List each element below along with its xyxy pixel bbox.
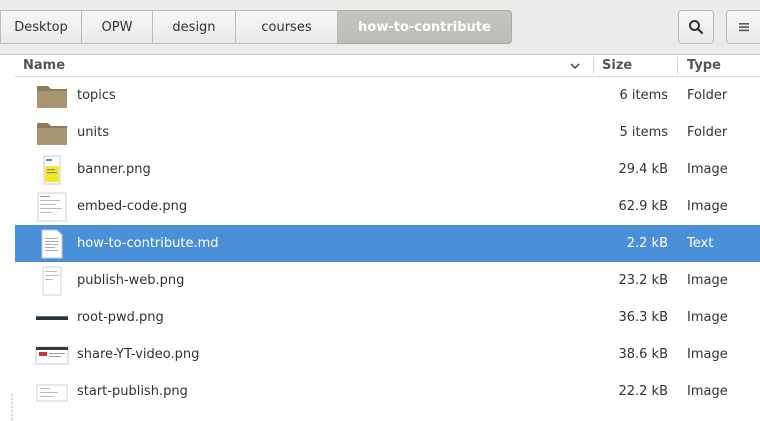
file-row[interactable]: root-pwd.png 36.3 kB Image bbox=[15, 299, 760, 336]
folder-icon bbox=[37, 86, 67, 108]
column-name-header[interactable]: Name bbox=[23, 58, 65, 73]
file-type: Image bbox=[687, 199, 728, 214]
file-name: topics bbox=[77, 88, 116, 103]
breadcrumb-desktop[interactable]: Desktop bbox=[0, 10, 82, 44]
file-size: 38.6 kB bbox=[618, 347, 668, 362]
file-name: banner.png bbox=[77, 162, 151, 177]
file-size: 29.4 kB bbox=[618, 162, 668, 177]
file-name: publish-web.png bbox=[77, 273, 185, 288]
file-name: start-publish.png bbox=[77, 384, 188, 399]
breadcrumb-opw[interactable]: OPW bbox=[82, 10, 153, 44]
file-name: embed-code.png bbox=[77, 199, 188, 214]
file-row[interactable]: share-YT-video.png 38.6 kB Image bbox=[15, 336, 760, 373]
image-thumbnail-icon bbox=[35, 346, 69, 365]
file-name: units bbox=[77, 125, 109, 140]
file-name: root-pwd.png bbox=[77, 310, 164, 325]
file-size: 23.2 kB bbox=[618, 273, 668, 288]
image-thumbnail-icon bbox=[42, 266, 62, 296]
menu-icon bbox=[738, 23, 749, 32]
image-thumbnail-icon bbox=[43, 155, 61, 185]
file-type: Text bbox=[687, 236, 714, 251]
file-size: 62.9 kB bbox=[618, 199, 668, 214]
file-type: Image bbox=[687, 162, 728, 177]
image-thumbnail-icon bbox=[36, 384, 68, 402]
pane-resize-handle[interactable] bbox=[11, 393, 13, 421]
file-row[interactable]: topics 6 items Folder bbox=[15, 77, 760, 114]
file-name: share-YT-video.png bbox=[77, 347, 200, 362]
file-list: topics 6 items Folder units 5 items Fold… bbox=[15, 77, 760, 410]
image-thumbnail-icon bbox=[36, 316, 68, 320]
file-type: Image bbox=[687, 310, 728, 325]
file-row-selected[interactable]: how-to-contribute.md 2.2 kB Text bbox=[15, 225, 760, 262]
file-type: Image bbox=[687, 273, 728, 288]
column-separator[interactable] bbox=[593, 57, 594, 74]
text-document-icon bbox=[41, 229, 63, 259]
column-header: Name Size Type bbox=[15, 55, 760, 77]
file-type: Folder bbox=[687, 125, 728, 140]
file-row[interactable]: start-publish.png 22.2 kB Image bbox=[15, 373, 760, 410]
path-bar: Desktop OPW design courses how-to-contri… bbox=[0, 10, 512, 44]
breadcrumb-courses[interactable]: courses bbox=[236, 10, 338, 44]
search-icon bbox=[689, 20, 704, 35]
column-type-header[interactable]: Type bbox=[687, 58, 721, 73]
file-size: 5 items bbox=[619, 125, 668, 140]
file-row[interactable]: units 5 items Folder bbox=[15, 114, 760, 151]
file-size: 2.2 kB bbox=[626, 236, 668, 251]
sidebar-edge bbox=[0, 55, 15, 421]
file-row[interactable]: embed-code.png 62.9 kB Image bbox=[15, 188, 760, 225]
file-type: Folder bbox=[687, 88, 728, 103]
file-size: 6 items bbox=[619, 88, 668, 103]
file-size: 22.2 kB bbox=[618, 384, 668, 399]
file-type: Image bbox=[687, 347, 728, 362]
file-row[interactable]: publish-web.png 23.2 kB Image bbox=[15, 262, 760, 299]
menu-button[interactable] bbox=[726, 10, 760, 44]
chevron-down-icon[interactable] bbox=[570, 62, 580, 70]
column-separator[interactable] bbox=[677, 57, 678, 74]
file-name: how-to-contribute.md bbox=[77, 236, 219, 251]
folder-icon bbox=[37, 123, 67, 145]
breadcrumb-how-to-contribute[interactable]: how-to-contribute bbox=[338, 10, 512, 44]
file-row[interactable]: banner.png 29.4 kB Image bbox=[15, 151, 760, 188]
breadcrumb-design[interactable]: design bbox=[153, 10, 236, 44]
image-thumbnail-icon bbox=[37, 192, 67, 222]
file-type: Image bbox=[687, 384, 728, 399]
header-bar: Desktop OPW design courses how-to-contri… bbox=[0, 0, 760, 55]
search-button[interactable] bbox=[678, 10, 714, 44]
file-size: 36.3 kB bbox=[618, 310, 668, 325]
column-size-header[interactable]: Size bbox=[602, 58, 632, 73]
